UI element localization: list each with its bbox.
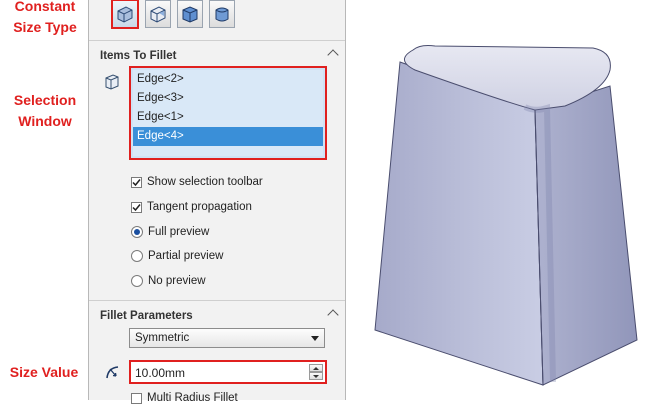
radius-value: 10.00mm (135, 366, 186, 380)
full-round-fillet-button[interactable] (209, 0, 235, 28)
spin-up-icon (313, 366, 319, 370)
edge-list: Edge<2> Edge<3> Edge<1> Edge<4> (133, 70, 323, 156)
full-round-fillet-icon (215, 7, 229, 22)
annotation-text: Constant Size Type (13, 0, 77, 35)
collapse-caret-icon[interactable] (327, 49, 339, 61)
fillet-property-manager: Items To Fillet Edge<2> Edge<3> Edge<1> Edg… (88, 0, 346, 404)
edge-list-item[interactable]: Edge<4> (133, 127, 323, 146)
checkbox-box[interactable] (131, 392, 142, 404)
show-selection-toolbar-checkbox[interactable]: Show selection toolbar (131, 173, 263, 191)
edge-list-item[interactable]: Edge<1> (133, 108, 323, 127)
model-left-face (374, 61, 544, 386)
checkbox-box[interactable] (131, 201, 142, 213)
face-fillet-button[interactable] (177, 0, 203, 28)
3d-model-view[interactable] (355, 40, 645, 390)
radio-label: Partial preview (148, 250, 224, 262)
radio-dot (134, 229, 140, 235)
multi-radius-fillet-checkbox[interactable]: Multi Radius Fillet (131, 389, 238, 407)
radius-input[interactable]: 10.00mm (129, 360, 327, 384)
checkbox-label: Tangent propagation (147, 201, 252, 213)
checkbox-label: Show selection toolbar (147, 176, 263, 188)
fillet-type-toolbar (111, 0, 235, 34)
fillet-parameters-header[interactable]: Fillet Parameters (89, 300, 345, 324)
section-title: Fillet Parameters (100, 310, 193, 322)
dropdown-arrow-icon (311, 336, 319, 341)
checkbox-label: Multi Radius Fillet (147, 392, 238, 404)
annotation-constant-size-type: Constant Size Type (4, 0, 86, 38)
radio-label: Full preview (148, 226, 210, 238)
selection-window[interactable]: Edge<2> Edge<3> Edge<1> Edge<4> (129, 66, 327, 160)
full-preview-radio[interactable]: Full preview (131, 223, 209, 241)
radio-button[interactable] (131, 226, 143, 238)
tangent-propagation-checkbox[interactable]: Tangent propagation (131, 198, 252, 216)
radius-icon (106, 366, 119, 379)
radio-button[interactable] (131, 250, 143, 262)
constant-size-fillet-icon (117, 6, 133, 23)
annotation-text: Selection Window (13, 92, 77, 129)
annotation-text: Size Value (9, 364, 79, 380)
items-to-fillet-header[interactable]: Items To Fillet (89, 40, 345, 64)
fillet-profile-dropdown[interactable]: Symmetric (129, 328, 325, 348)
dropdown-value: Symmetric (135, 332, 190, 344)
no-preview-radio[interactable]: No preview (131, 272, 206, 290)
checkbox-box[interactable] (131, 176, 142, 188)
edge-list-item[interactable]: Edge<2> (133, 70, 323, 89)
edge-list-item[interactable]: Edge<3> (133, 89, 323, 108)
spin-down-icon (313, 374, 319, 378)
variable-size-fillet-icon (150, 6, 166, 23)
radius-spinner[interactable] (309, 364, 323, 380)
spin-up-button[interactable] (309, 364, 323, 372)
radio-button[interactable] (131, 275, 143, 287)
annotation-size-value: Size Value (0, 362, 88, 383)
variable-size-fillet-button[interactable] (145, 0, 171, 28)
radio-label: No preview (148, 275, 206, 287)
constant-size-fillet-button[interactable] (111, 0, 139, 29)
section-title: Items To Fillet (100, 50, 177, 62)
spin-down-button[interactable] (309, 372, 323, 380)
partial-preview-radio[interactable]: Partial preview (131, 247, 223, 265)
edges-selection-icon (105, 74, 119, 90)
face-fillet-icon (182, 6, 198, 23)
checkmark-icon (132, 203, 141, 211)
annotation-selection-window: Selection Window (4, 90, 86, 132)
collapse-caret-icon[interactable] (327, 309, 339, 321)
checkmark-icon (132, 178, 141, 186)
